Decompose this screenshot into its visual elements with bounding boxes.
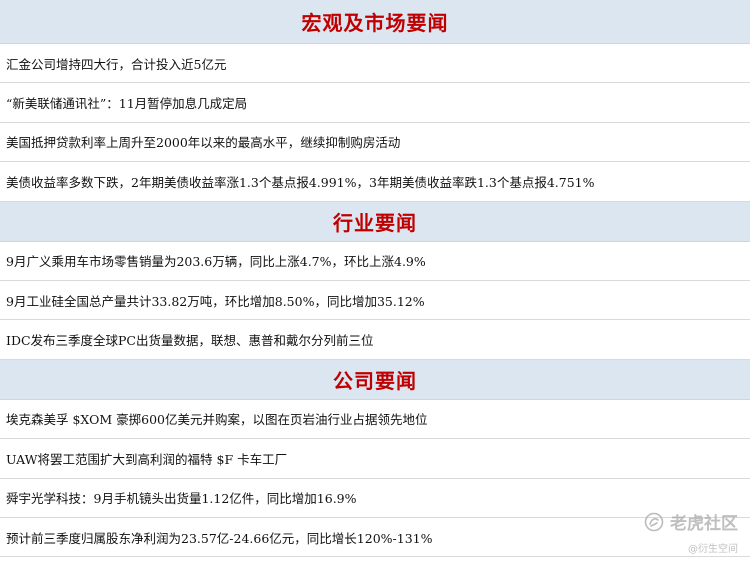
section-header: 行业要闻 (0, 201, 750, 242)
tiger-community-logo-icon (644, 512, 664, 531)
section-company: 公司要闻 埃克森美孚 $XOM 豪掷600亿美元并购案，以图在页岩油行业占据领先… (0, 359, 750, 558)
news-item[interactable]: “新美联储通讯社”：11月暂停加息几成定局 (0, 83, 750, 123)
news-board: 宏观及市场要闻 汇金公司增持四大行，合计投入近5亿元 “新美联储通讯社”：11月… (0, 0, 750, 561)
news-item[interactable]: 埃克森美孚 $XOM 豪掷600亿美元并购案，以图在页岩油行业占据领先地位 (0, 400, 750, 440)
news-item[interactable]: UAW将罢工范围扩大到高利润的福特 $F 卡车工厂 (0, 439, 750, 479)
news-item[interactable]: 9月工业硅全国总产量共计33.82万吨，环比增加8.50%，同比增加35.12% (0, 281, 750, 321)
news-item[interactable]: 美国抵押贷款利率上周升至2000年以来的最高水平，继续抑制购房活动 (0, 123, 750, 163)
section-title: 行业要闻 (333, 210, 417, 235)
watermark-handle: @衍生空间 (688, 544, 738, 555)
section-title: 宏观及市场要闻 (301, 11, 449, 35)
section-header: 宏观及市场要闻 (0, 0, 750, 44)
watermark: 老虎社区 @衍生空间 (644, 509, 738, 555)
section-header: 公司要闻 (0, 359, 750, 400)
watermark-brand: 老虎社区 (670, 514, 738, 534)
news-item[interactable]: 预计前三季度归属股东净利润为23.57亿-24.66亿元，同比增长120%-13… (0, 518, 750, 558)
news-item[interactable]: 汇金公司增持四大行，合计投入近5亿元 (0, 44, 750, 84)
section-industry: 行业要闻 9月广义乘用车市场零售销量为203.6万辆，同比上涨4.7%，环比上涨… (0, 201, 750, 360)
news-item[interactable]: IDC发布三季度全球PC出货量数据，联想、惠普和戴尔分列前三位 (0, 320, 750, 360)
news-item[interactable]: 舜宇光学科技：9月手机镜头出货量1.12亿件，同比增加16.9% (0, 479, 750, 518)
news-item[interactable]: 美债收益率多数下跌，2年期美债收益率涨1.3个基点报4.991%，3年期美债收益… (0, 162, 750, 202)
watermark-brand-line: 老虎社区 (644, 509, 738, 534)
section-title: 公司要闻 (333, 368, 417, 393)
news-item[interactable]: 9月广义乘用车市场零售销量为203.6万辆，同比上涨4.7%，环比上涨4.9% (0, 242, 750, 281)
section-macro-market: 宏观及市场要闻 汇金公司增持四大行，合计投入近5亿元 “新美联储通讯社”：11月… (0, 0, 750, 202)
